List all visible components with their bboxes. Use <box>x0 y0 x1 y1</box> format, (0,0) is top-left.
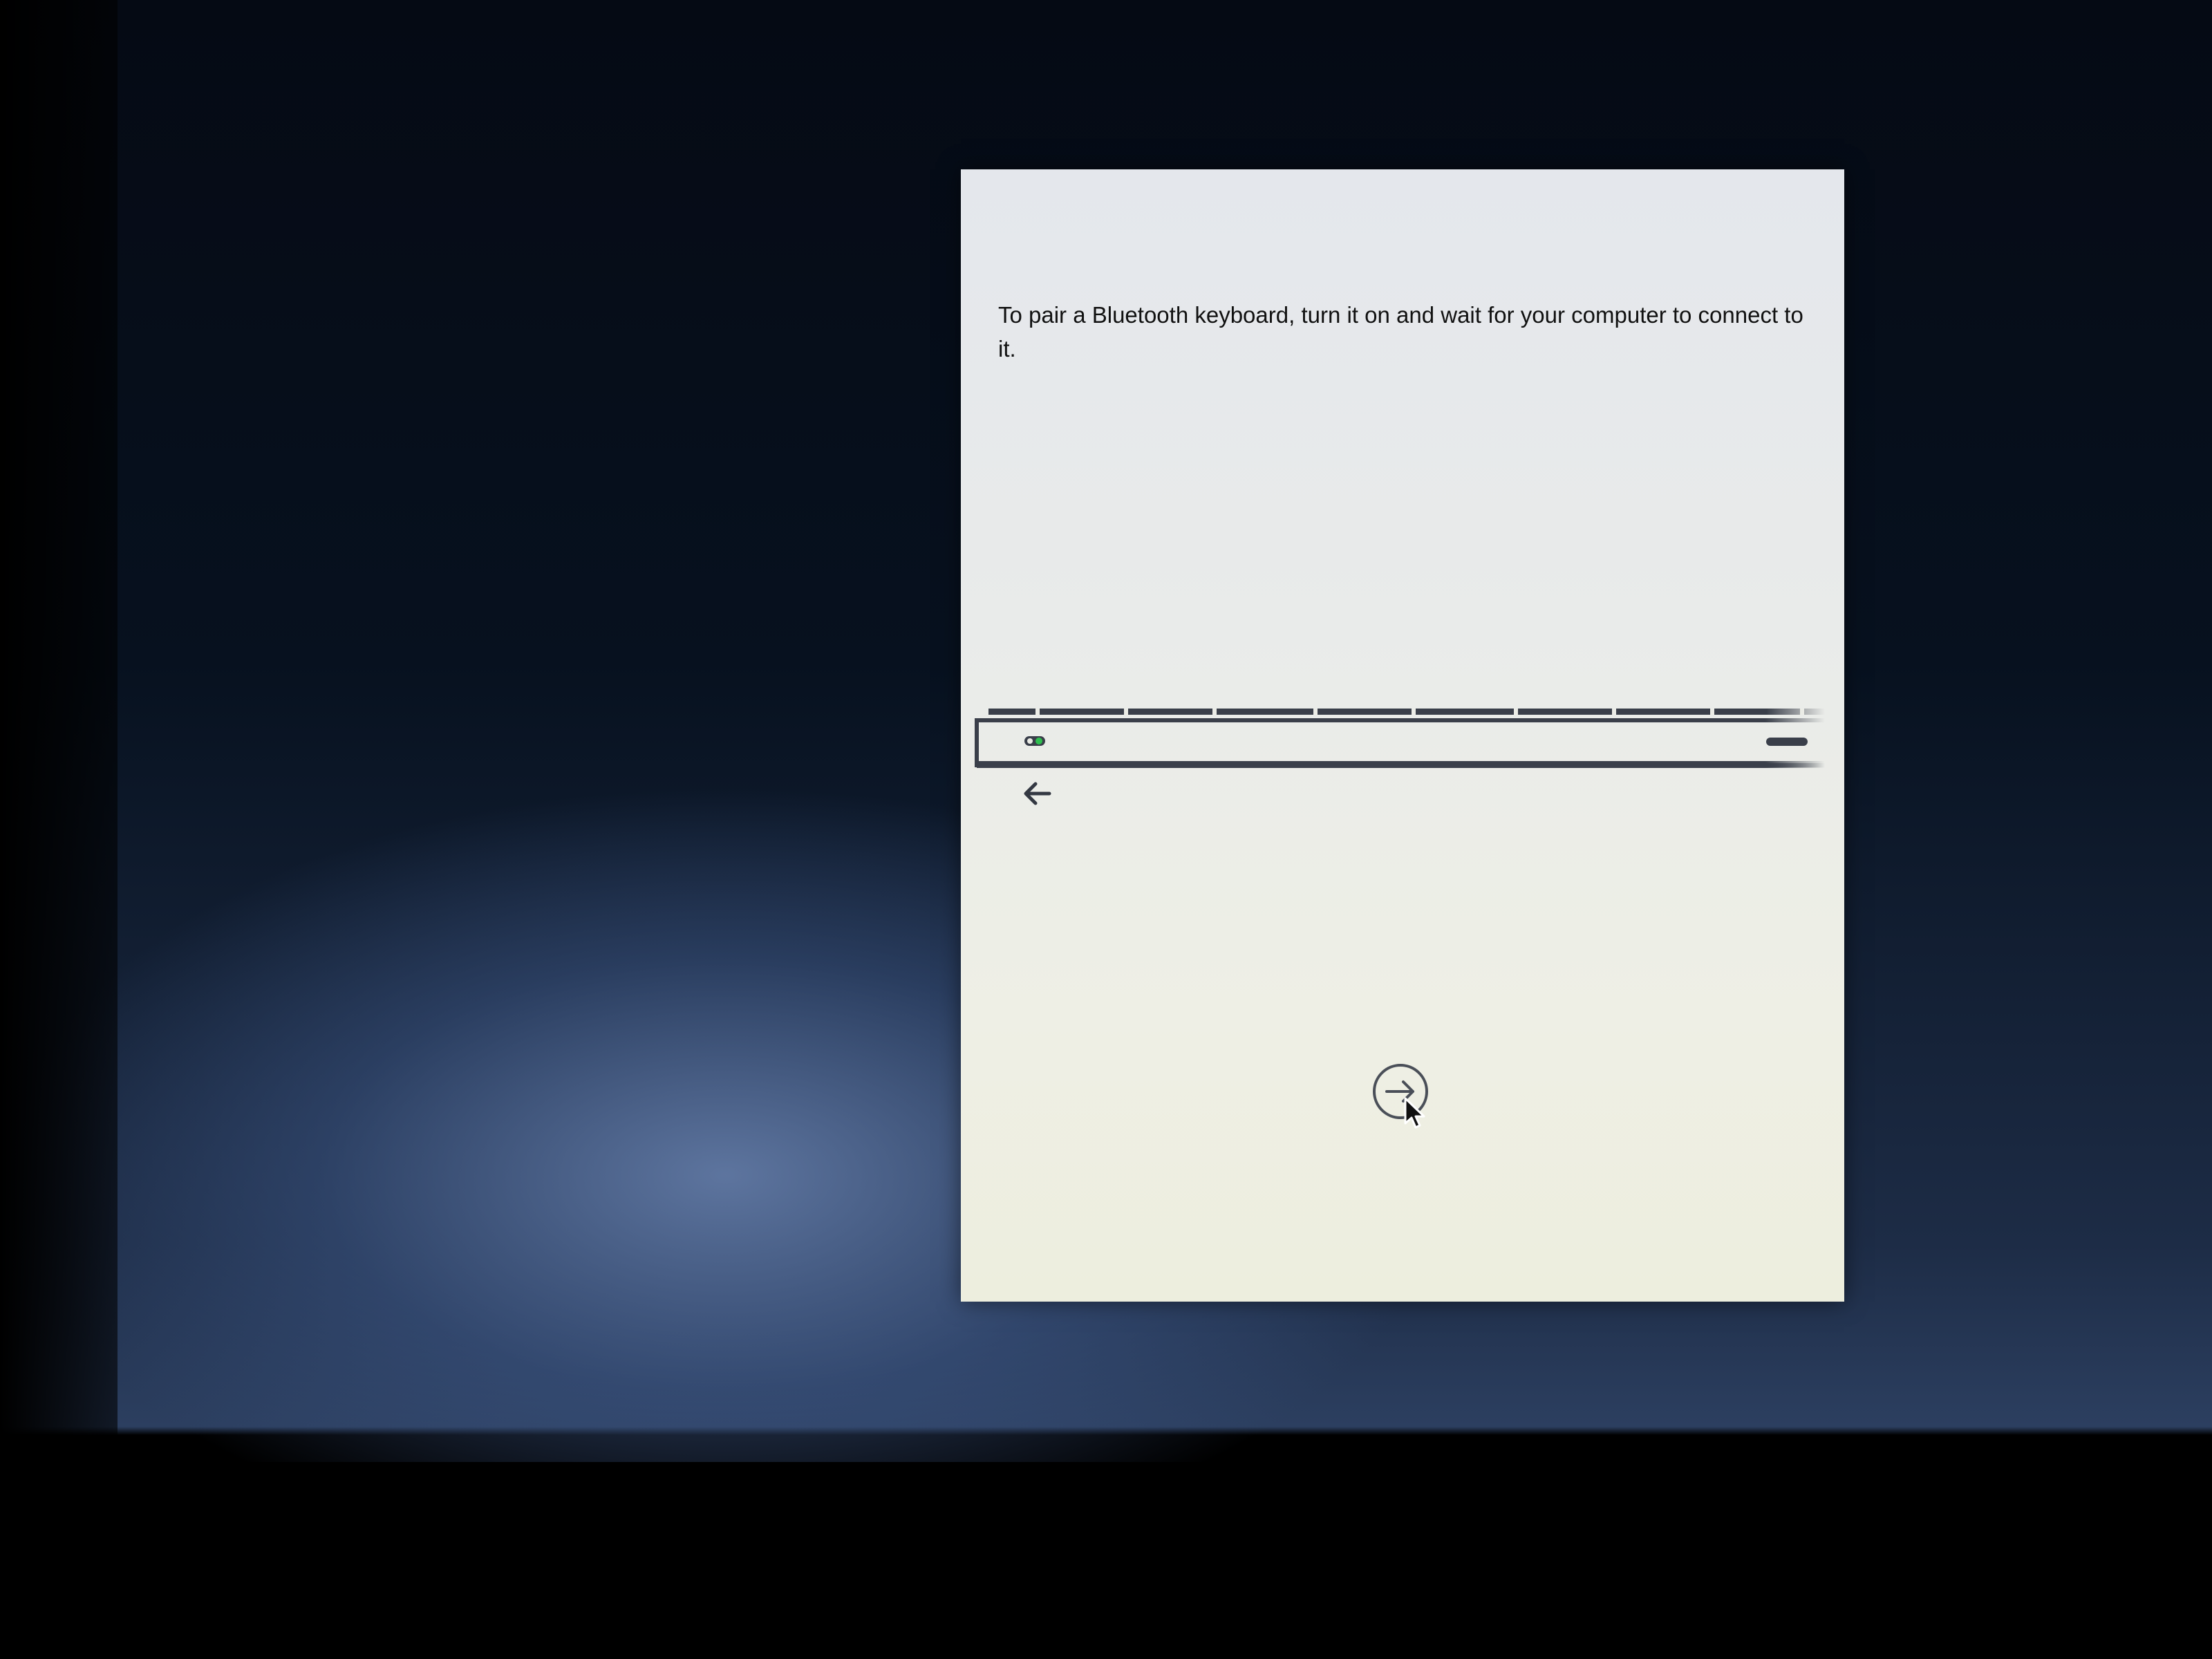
back-button[interactable] <box>1016 776 1058 811</box>
keyboard-base <box>977 761 1825 768</box>
bluetooth-keyboard-illustration <box>973 709 1825 812</box>
keyboard-keys-edge <box>988 709 1825 715</box>
continue-button[interactable] <box>1371 1062 1430 1121</box>
pairing-instruction-text: To pair a Bluetooth keyboard, turn it on… <box>998 302 1803 362</box>
screen-bezel-bottom <box>0 1462 2212 1659</box>
power-switch-icon <box>1024 736 1045 746</box>
setup-assistant-window: To pair a Bluetooth keyboard, turn it on… <box>961 169 1844 1302</box>
arrow-right-circle-icon <box>1373 1064 1428 1119</box>
arrow-left-icon <box>1024 782 1051 805</box>
keyboard-slot <box>1766 738 1808 746</box>
power-indicator-light <box>1035 738 1042 744</box>
screen-bezel-left <box>0 0 118 1462</box>
